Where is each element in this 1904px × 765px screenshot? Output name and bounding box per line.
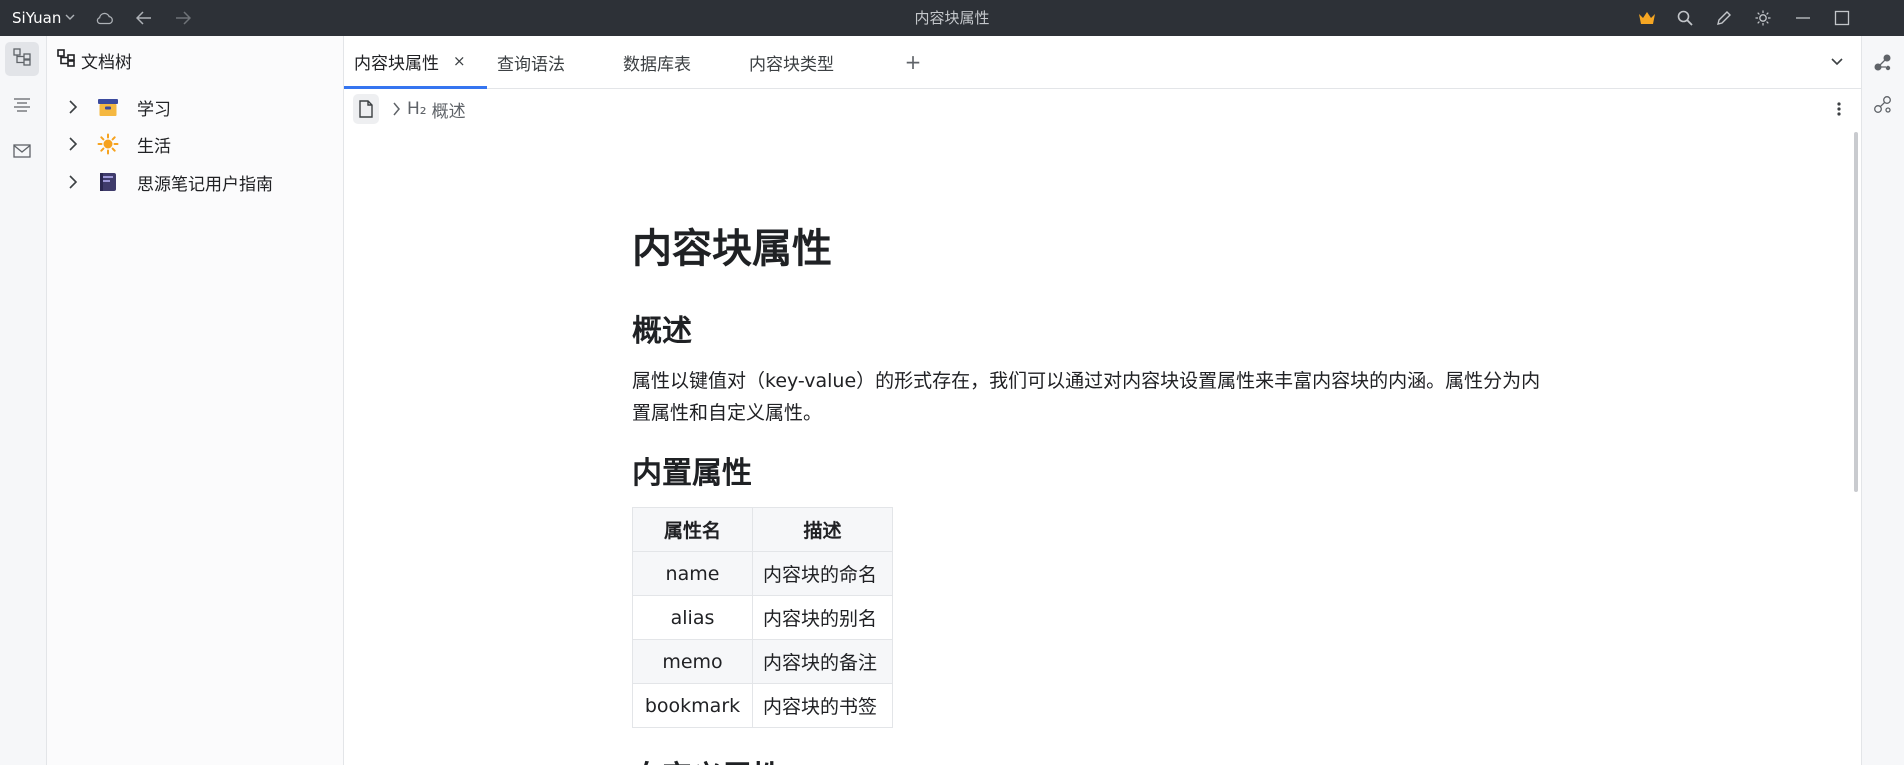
graph-icon: [1873, 53, 1893, 77]
notebook-item[interactable]: 生活: [57, 129, 337, 159]
app-menu[interactable]: SiYuan: [12, 0, 75, 36]
sun-icon: [95, 133, 121, 155]
theme-sun-icon[interactable]: [1750, 5, 1776, 31]
tab-query-syntax[interactable]: 查询语法: [497, 36, 565, 89]
table-header-row: 属性名 描述: [632, 507, 893, 552]
title-bar: SiYuan 内容块属性: [0, 0, 1904, 36]
editor-content[interactable]: 内容块属性 概述 属性以键值对（key-value）的形式存在，我们可以通过对内…: [632, 128, 1552, 765]
notebook-label: 思源笔记用户指南: [137, 174, 273, 195]
breadcrumb: H₂ 概述: [344, 90, 1861, 128]
graph-view-dock-button[interactable]: [1866, 48, 1900, 82]
notebook-item[interactable]: 思源笔记用户指南: [57, 167, 337, 197]
forward-arrow-icon[interactable]: [170, 5, 196, 31]
table-row: alias 内容块的别名: [632, 595, 893, 640]
heading-builtin-attributes[interactable]: 内置属性: [632, 448, 752, 492]
chevron-right-icon: [386, 99, 406, 119]
heading-overview[interactable]: 概述: [632, 306, 692, 350]
left-dock: [0, 36, 47, 765]
chevron-down-icon: [65, 12, 75, 25]
add-tab-icon[interactable]: +: [899, 48, 927, 76]
editor-scrollbar[interactable]: [1854, 132, 1858, 492]
outline-dock-button[interactable]: [5, 90, 39, 124]
tab-content-block-attributes[interactable]: 内容块属性 ×: [344, 36, 487, 89]
archive-box-icon: [95, 96, 121, 118]
global-graph-dock-button[interactable]: [1866, 90, 1900, 124]
table-cell[interactable]: 内容块的命名: [752, 551, 893, 596]
search-icon[interactable]: [1672, 5, 1698, 31]
tab-database-table[interactable]: 数据库表: [623, 36, 691, 89]
tab-label: 内容块类型: [749, 55, 834, 75]
notebook-item[interactable]: 学习: [57, 92, 337, 122]
window-title: 内容块属性: [914, 9, 990, 27]
breadcrumb-label: 概述: [431, 101, 466, 122]
table-row: bookmark 内容块的书签: [632, 683, 893, 728]
table-cell[interactable]: 内容块的备注: [752, 639, 893, 684]
file-tree-title: 文档树: [81, 52, 132, 73]
back-arrow-icon[interactable]: [131, 5, 157, 31]
file-tree-panel: 文档树 学习 生活 思源笔记用户指南: [47, 36, 344, 765]
right-dock: [1861, 36, 1904, 765]
tab-content-block-types[interactable]: 内容块类型: [749, 36, 834, 89]
heading-custom-attributes[interactable]: 自定义属性: [632, 752, 782, 765]
minimize-icon[interactable]: [1790, 5, 1816, 31]
table-cell[interactable]: alias: [632, 595, 753, 640]
inbox-dock-button[interactable]: [5, 135, 39, 169]
cloud-sync-icon[interactable]: [92, 5, 118, 31]
close-icon[interactable]: ×: [453, 52, 466, 70]
table-cell[interactable]: 内容块的书签: [752, 683, 893, 728]
attributes-table[interactable]: 属性名 描述 name 内容块的命名 alias 内容块的别名 memo 内容块…: [632, 507, 893, 728]
edit-pen-icon[interactable]: [1711, 5, 1737, 31]
file-tree-header: 文档树: [57, 48, 132, 73]
more-vertical-icon[interactable]: [1828, 98, 1850, 120]
document-title[interactable]: 内容块属性: [632, 216, 832, 274]
table-cell[interactable]: name: [632, 551, 753, 596]
chevron-right-icon[interactable]: [63, 100, 83, 114]
outline-icon: [13, 97, 31, 117]
heading-level-icon: H₂: [407, 99, 427, 119]
tab-bar: 内容块属性 × 查询语法 数据库表 内容块类型 +: [344, 36, 1861, 89]
tab-label: 数据库表: [623, 55, 691, 75]
tab-label: 内容块属性: [354, 53, 439, 74]
file-tree-icon: [57, 48, 81, 72]
paragraph-intro[interactable]: 属性以键值对（key-value）的形式存在，我们可以通过对内容块设置属性来丰富…: [632, 365, 1552, 429]
vip-crown-icon[interactable]: [1634, 5, 1660, 31]
table-cell[interactable]: bookmark: [632, 683, 753, 728]
notebook-label: 学习: [137, 99, 171, 120]
tab-label: 查询语法: [497, 55, 565, 75]
table-cell[interactable]: 内容块的别名: [752, 595, 893, 640]
chevron-down-icon[interactable]: [1823, 48, 1851, 76]
maximize-icon[interactable]: [1829, 5, 1855, 31]
table-cell[interactable]: memo: [632, 639, 753, 684]
table-header: 描述: [752, 507, 893, 552]
table-row: memo 内容块的备注: [632, 639, 893, 684]
chevron-right-icon[interactable]: [63, 137, 83, 151]
global-graph-icon: [1873, 95, 1893, 119]
table-row: name 内容块的命名: [632, 551, 893, 596]
file-tree-icon: [13, 48, 31, 70]
table-header: 属性名: [632, 507, 753, 552]
chevron-right-icon[interactable]: [63, 175, 83, 189]
notebook-icon: [95, 171, 121, 193]
inbox-icon: [13, 143, 31, 162]
app-name: SiYuan: [12, 9, 62, 27]
file-tree-dock-button[interactable]: [5, 42, 39, 76]
notebook-label: 生活: [137, 136, 171, 157]
document-icon[interactable]: [353, 94, 379, 124]
breadcrumb-item-overview[interactable]: H₂ 概述: [407, 90, 466, 128]
